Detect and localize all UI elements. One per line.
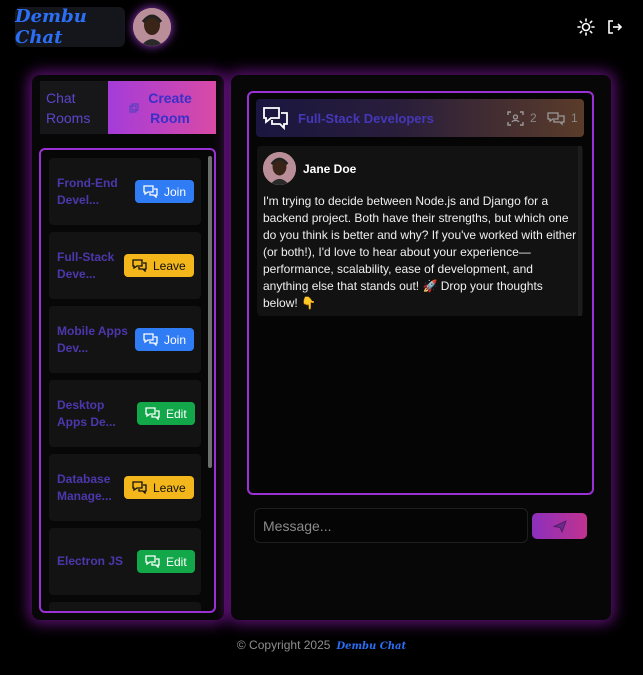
edit-button[interactable]: Edit (137, 550, 195, 573)
chat-bubbles-icon (145, 407, 160, 420)
chat-room-title: Full-Stack Developers (298, 111, 434, 126)
logout-icon[interactable] (606, 18, 624, 36)
tab-chat-rooms-label: Chat Rooms (46, 89, 91, 126)
message-author: Jane Doe (303, 162, 357, 176)
leave-button-label: Leave (153, 258, 186, 273)
list-item[interactable]: Desktop Apps De... Edit (49, 380, 201, 447)
members-count: 2 (530, 111, 537, 125)
join-button-label: Join (164, 184, 187, 199)
copy-icon (129, 102, 139, 113)
join-button-label: Join (164, 332, 187, 347)
list-item[interactable]: Mobile Apps Dev... Join (49, 306, 201, 373)
join-button[interactable]: Join (135, 328, 195, 351)
app-logo[interactable]: Dembu Chat (15, 6, 125, 48)
rooms-list[interactable]: Frond-End Devel... Join Full-Stack Deve.… (39, 148, 216, 613)
footer-brand[interactable]: Dembu Chat (336, 641, 406, 652)
rooms-scrollbar[interactable] (208, 156, 212, 468)
room-name: Electron JS (57, 554, 124, 568)
room-name: Database Manage... (57, 472, 112, 503)
chat-bubbles-icon (132, 481, 147, 494)
tab-create-room-label: Create Room (148, 89, 192, 126)
send-button[interactable] (532, 513, 587, 539)
chat-bubbles-icon (145, 555, 160, 568)
list-item[interactable]: Full-Stack Deve... Leave (49, 232, 201, 299)
edit-button-label: Edit (166, 554, 187, 569)
chat-bubbles-icon (132, 259, 147, 272)
room-name: Desktop Apps De... (57, 398, 116, 429)
messages-icon (547, 112, 565, 126)
chat-room-icon (263, 107, 288, 131)
chat-bubbles-icon (143, 333, 158, 346)
list-item[interactable]: Frond-End Devel... Join (49, 158, 201, 225)
room-name: Full-Stack Deve... (57, 250, 115, 281)
room-name: Frond-End Devel... (57, 176, 118, 207)
join-button[interactable]: Join (135, 180, 195, 203)
list-item[interactable]: Database Manage... Leave (49, 454, 201, 521)
tab-chat-rooms[interactable]: Chat Rooms (40, 81, 108, 134)
message-input[interactable] (254, 508, 528, 543)
list-item[interactable]: Electron JS Edit (49, 528, 201, 595)
message-text: I'm trying to decide between Node.js and… (263, 194, 577, 310)
leave-button[interactable]: Leave (124, 254, 194, 277)
leave-button[interactable]: Leave (124, 476, 194, 499)
messages-scrollbar[interactable] (578, 146, 582, 316)
leave-button-label: Leave (153, 480, 186, 495)
send-icon (552, 519, 567, 533)
list-item[interactable] (49, 602, 201, 611)
members-icon (507, 111, 524, 126)
footer: © Copyright 2025 Dembu Chat (0, 638, 643, 652)
tab-create-room[interactable]: Create Room (108, 81, 216, 134)
copyright-text: © Copyright 2025 (236, 638, 331, 652)
messages-count: 1 (571, 111, 578, 125)
user-avatar[interactable] (133, 8, 171, 46)
sun-icon[interactable] (577, 18, 595, 36)
chat-bubbles-icon (143, 185, 158, 198)
edit-button[interactable]: Edit (137, 402, 195, 425)
edit-button-label: Edit (166, 406, 187, 421)
room-name: Mobile Apps Dev... (57, 324, 128, 355)
avatar (263, 152, 296, 185)
